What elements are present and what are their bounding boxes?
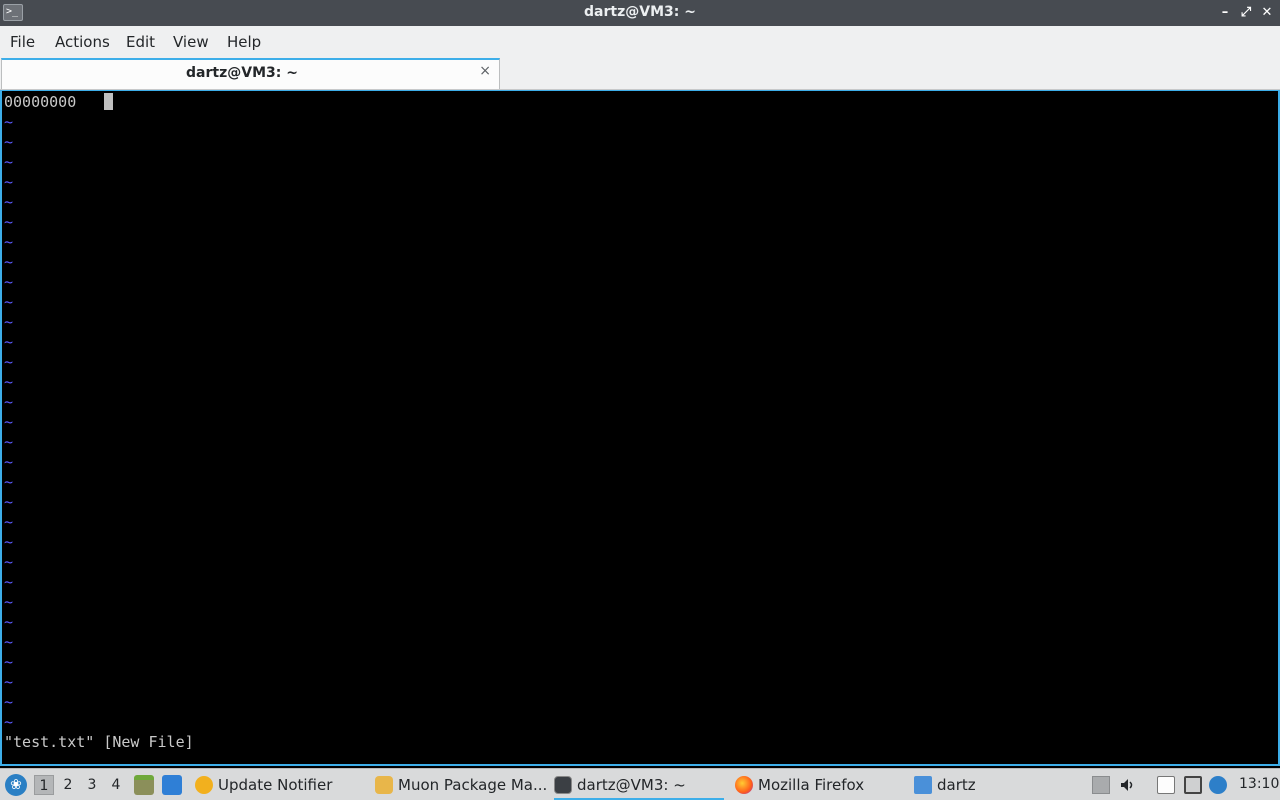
vim-empty-line-marker: ~ bbox=[4, 633, 14, 651]
volume-icon[interactable] bbox=[1119, 776, 1137, 794]
terminal-first-line: 00000000 bbox=[4, 93, 77, 111]
vim-empty-line-marker: ~ bbox=[4, 233, 14, 251]
start-menu-icon[interactable]: ❀ bbox=[5, 774, 27, 796]
task-muon-package-manager[interactable]: Muon Package Ma... bbox=[375, 769, 548, 800]
vim-empty-line-marker: ~ bbox=[4, 413, 14, 431]
vim-empty-line-marker: ~ bbox=[4, 273, 14, 291]
task-label: Update Notifier bbox=[218, 776, 333, 794]
clock: 13:10 bbox=[1239, 776, 1280, 792]
vim-empty-line-marker: ~ bbox=[4, 433, 14, 451]
notification-icon[interactable] bbox=[1209, 776, 1227, 794]
window-title: dartz@VM3: ~ bbox=[584, 4, 696, 20]
vim-empty-line-marker: ~ bbox=[4, 173, 14, 191]
package-manager-icon bbox=[375, 776, 393, 794]
show-desktop-icon[interactable] bbox=[162, 775, 182, 795]
task-label: Muon Package Ma... bbox=[398, 776, 548, 794]
menu-edit[interactable]: Edit bbox=[126, 33, 155, 51]
network-icon[interactable] bbox=[1184, 776, 1202, 794]
window-titlebar[interactable]: >_ dartz@VM3: ~ – ⤢ ✕ bbox=[0, 0, 1280, 26]
workspace-4[interactable]: 4 bbox=[106, 775, 126, 795]
task-update-notifier[interactable]: Update Notifier bbox=[195, 769, 365, 800]
vim-empty-line-marker: ~ bbox=[4, 653, 14, 671]
task-label: Mozilla Firefox bbox=[758, 776, 865, 794]
tab-label: dartz@VM3: ~ bbox=[186, 65, 298, 81]
update-notifier-icon bbox=[195, 776, 213, 794]
vim-empty-line-marker: ~ bbox=[4, 693, 14, 711]
vim-empty-line-marker: ~ bbox=[4, 293, 14, 311]
tab-terminal[interactable]: dartz@VM3: ~ × bbox=[1, 58, 500, 89]
vim-empty-line-marker: ~ bbox=[4, 493, 14, 511]
vim-empty-line-marker: ~ bbox=[4, 213, 14, 231]
vim-empty-line-marker: ~ bbox=[4, 573, 14, 591]
vim-empty-line-marker: ~ bbox=[4, 613, 14, 631]
vim-empty-line-marker: ~ bbox=[4, 133, 14, 151]
vim-empty-line-marker: ~ bbox=[4, 473, 14, 491]
tab-bar: dartz@VM3: ~ × bbox=[0, 58, 1280, 90]
vim-empty-line-marker: ~ bbox=[4, 153, 14, 171]
clipboard-icon[interactable] bbox=[1157, 776, 1175, 794]
menu-actions[interactable]: Actions bbox=[55, 33, 110, 51]
menu-file[interactable]: File bbox=[10, 33, 35, 51]
vim-empty-line-marker: ~ bbox=[4, 193, 14, 211]
tray-menu-icon[interactable] bbox=[1092, 776, 1110, 794]
workspace-1[interactable]: 1 bbox=[34, 775, 54, 795]
task-terminal[interactable]: dartz@VM3: ~ bbox=[554, 769, 724, 800]
minimize-button[interactable]: – bbox=[1215, 3, 1235, 23]
vim-status-line: "test.txt" [New File] bbox=[4, 733, 194, 751]
taskbar: ❀ 1 2 3 4 Update Notifier Muon Package M… bbox=[0, 768, 1280, 800]
vim-empty-line-marker: ~ bbox=[4, 333, 14, 351]
terminal-view[interactable]: 00000000 "test.txt" [New File] ~ ~ ~ ~ ~ ~ ~ ~ ~… bbox=[0, 90, 1280, 766]
firefox-icon bbox=[735, 776, 753, 794]
vim-empty-line-marker: ~ bbox=[4, 393, 14, 411]
vim-empty-line-marker: ~ bbox=[4, 713, 14, 731]
menu-bar: File Actions Edit View Help bbox=[0, 26, 1280, 58]
maximize-button[interactable]: ⤢ bbox=[1236, 3, 1256, 23]
vim-empty-line-marker: ~ bbox=[4, 673, 14, 691]
folder-icon bbox=[914, 776, 932, 794]
vim-empty-line-marker: ~ bbox=[4, 373, 14, 391]
text-cursor bbox=[104, 93, 113, 110]
vim-empty-line-marker: ~ bbox=[4, 513, 14, 531]
task-folder-dartz[interactable]: dartz bbox=[914, 769, 1064, 800]
vim-empty-line-marker: ~ bbox=[4, 533, 14, 551]
menu-help[interactable]: Help bbox=[227, 33, 261, 51]
vim-empty-line-marker: ~ bbox=[4, 453, 14, 471]
task-label: dartz@VM3: ~ bbox=[577, 776, 686, 794]
vim-empty-line-marker: ~ bbox=[4, 253, 14, 271]
vim-empty-line-marker: ~ bbox=[4, 553, 14, 571]
workspace-3[interactable]: 3 bbox=[82, 775, 102, 795]
vim-empty-line-marker: ~ bbox=[4, 593, 14, 611]
vim-empty-line-marker: ~ bbox=[4, 353, 14, 371]
menu-view[interactable]: View bbox=[173, 33, 209, 51]
vim-empty-line-marker: ~ bbox=[4, 113, 14, 131]
task-firefox[interactable]: Mozilla Firefox bbox=[735, 769, 905, 800]
tab-close-icon[interactable]: × bbox=[479, 63, 491, 79]
close-button[interactable]: ✕ bbox=[1257, 3, 1277, 23]
vim-empty-line-marker: ~ bbox=[4, 313, 14, 331]
task-label: dartz bbox=[937, 776, 976, 794]
terminal-icon bbox=[554, 776, 572, 794]
file-manager-launcher-icon[interactable] bbox=[134, 775, 154, 795]
workspace-2[interactable]: 2 bbox=[58, 775, 78, 795]
